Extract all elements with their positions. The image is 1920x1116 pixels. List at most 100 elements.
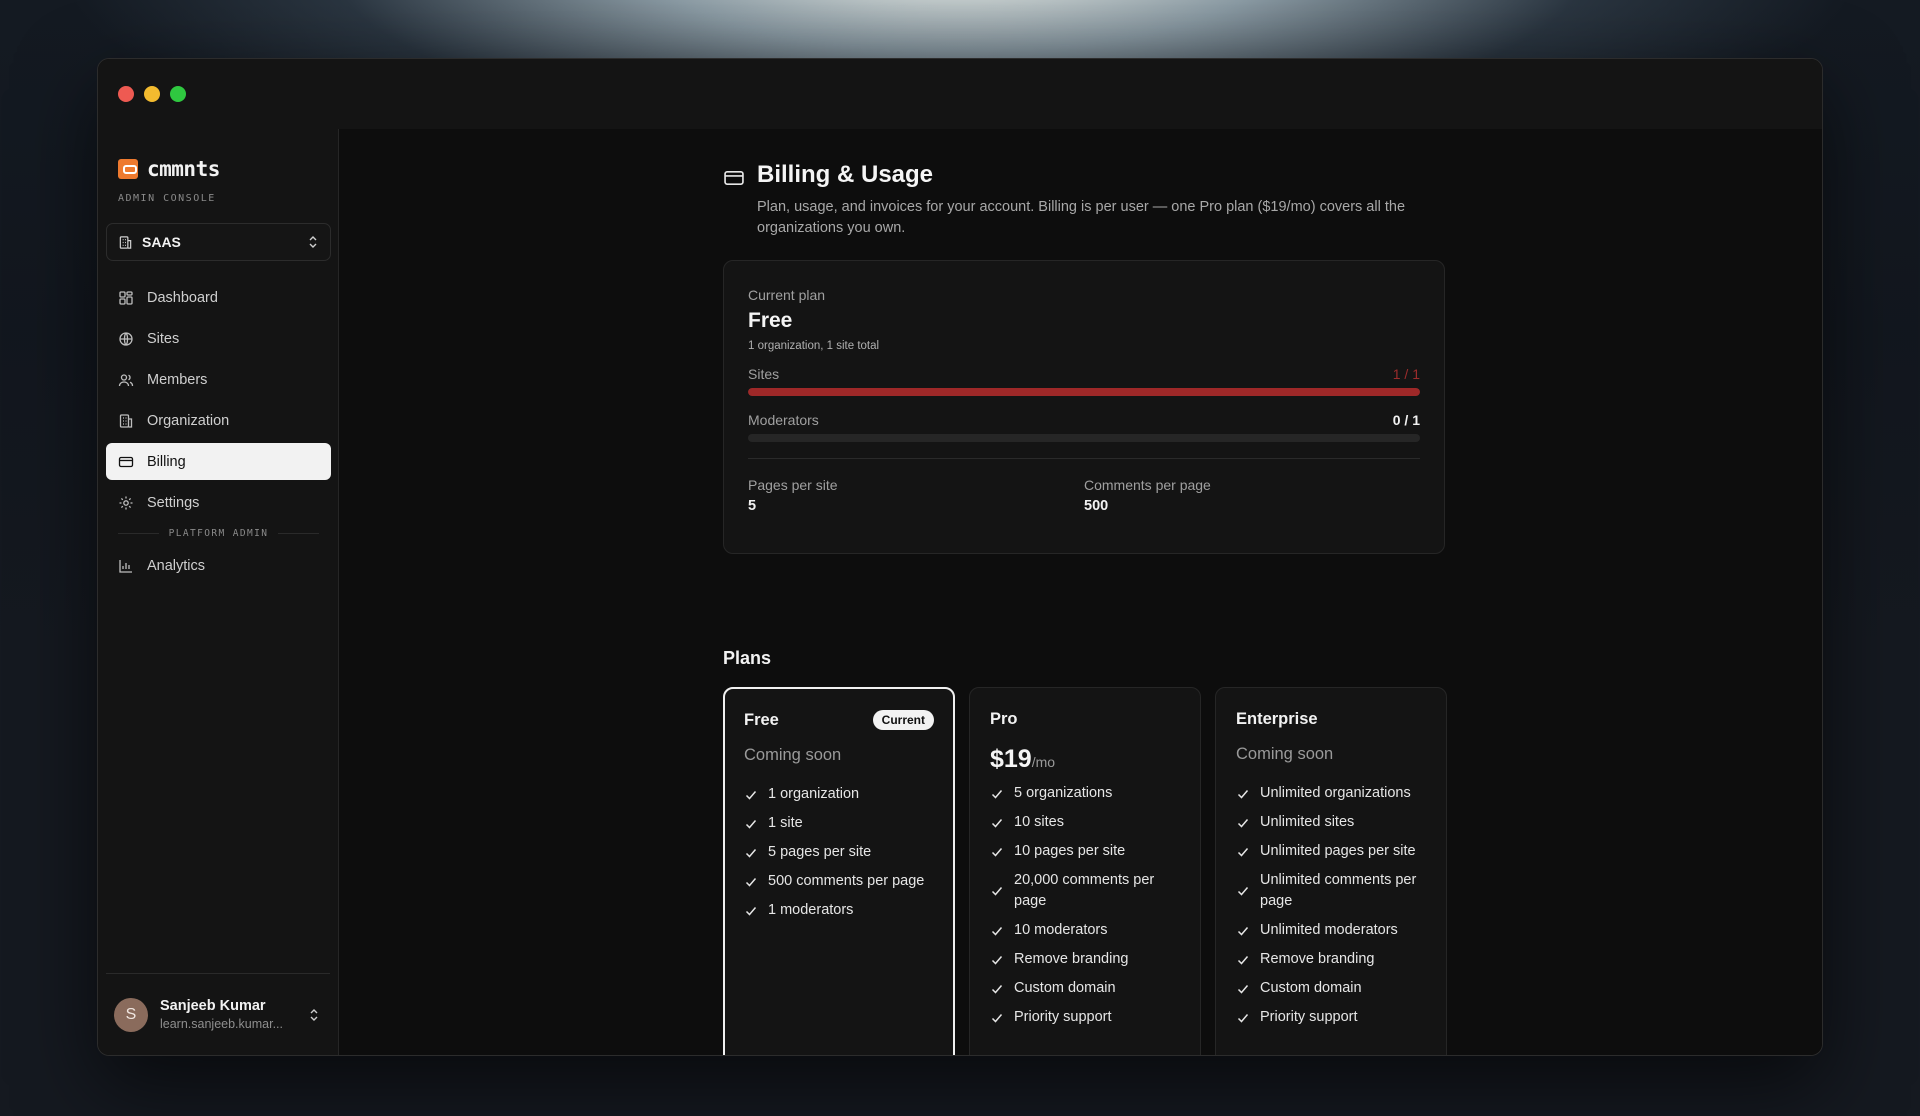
stat-value: 5 xyxy=(748,498,757,514)
card-icon xyxy=(724,170,744,186)
user-menu[interactable]: S Sanjeeb Kumar learn.sanjeeb.kumar... xyxy=(106,973,330,1055)
feature-text: 5 pages per site xyxy=(768,844,872,860)
maximize-window-button[interactable] xyxy=(170,86,186,102)
building-icon xyxy=(119,235,132,249)
sidebar-item-organization[interactable]: Organization xyxy=(106,402,331,439)
plan-price: $19/mo xyxy=(990,745,1180,775)
feature-item: 1 moderators xyxy=(744,900,934,921)
check-icon xyxy=(991,926,1003,936)
plan-name: Enterprise xyxy=(1236,710,1318,728)
divider-line xyxy=(278,532,319,534)
feature-text: 1 moderators xyxy=(768,902,854,918)
organization-switcher[interactable]: SAAS xyxy=(106,223,331,261)
stat-pages-per-site: Pages per site 5 xyxy=(748,477,1084,514)
sidebar-item-billing[interactable]: Billing xyxy=(106,443,331,480)
feature-text: Unlimited comments per page xyxy=(1260,872,1417,909)
feature-item: Custom domain xyxy=(990,978,1180,999)
dashboard-icon xyxy=(119,290,133,305)
feature-text: Remove branding xyxy=(1014,951,1129,967)
meter-value: 1 / 1 xyxy=(1392,366,1420,382)
divider xyxy=(748,458,1420,459)
feature-text: Priority support xyxy=(1260,1009,1358,1025)
user-name: Sanjeeb Kumar xyxy=(160,998,266,1014)
section-label: PLATFORM ADMIN xyxy=(168,527,269,539)
sidebar-item-label: Dashboard xyxy=(147,289,218,306)
close-window-button[interactable] xyxy=(118,86,134,102)
feature-text: Custom domain xyxy=(1260,980,1362,996)
plan-card-header: Pro xyxy=(990,710,1180,729)
sidebar-item-analytics[interactable]: Analytics xyxy=(106,547,331,584)
stat-label: Pages per site xyxy=(748,477,838,493)
feature-item: Remove branding xyxy=(1236,949,1426,970)
brand-name: cmmnts xyxy=(147,157,220,181)
sites-progress-bar xyxy=(748,388,1420,396)
meter-label: Sites xyxy=(748,366,780,382)
usage-card: Current plan Free 1 organization, 1 site… xyxy=(723,260,1445,554)
current-plan-name: Free xyxy=(748,309,793,332)
plan-card-free: Free Current Coming soon 1 organization 1 si… xyxy=(723,687,955,1055)
feature-item: 5 organizations xyxy=(990,783,1180,804)
sidebar-item-label: Members xyxy=(147,371,208,388)
feature-text: Unlimited sites xyxy=(1260,814,1355,830)
brand-logo-icon xyxy=(118,159,138,179)
feature-text: 10 sites xyxy=(1014,814,1064,830)
feature-text: 500 comments per page xyxy=(768,873,925,889)
sidebar-item-settings[interactable]: Settings xyxy=(106,484,331,521)
sidebar: cmmnts ADMIN CONSOLE SAAS Dashboard Site… xyxy=(98,129,339,1055)
plan-limits: Pages per site 5 Comments per page 500 xyxy=(748,477,1420,514)
feature-text: Unlimited organizations xyxy=(1260,785,1411,801)
sidebar-item-sites[interactable]: Sites xyxy=(106,320,331,357)
plan-price: Coming soon xyxy=(744,746,934,776)
feature-item: Unlimited comments per page xyxy=(1236,870,1426,912)
feature-item: 10 moderators xyxy=(990,920,1180,941)
check-icon xyxy=(1237,955,1249,965)
feature-item: 10 sites xyxy=(990,812,1180,833)
feature-item: Custom domain xyxy=(1236,978,1426,999)
feature-item: 1 site xyxy=(744,813,934,834)
moderators-progress-bar xyxy=(748,434,1420,442)
check-icon xyxy=(745,790,757,800)
check-icon xyxy=(745,906,757,916)
stat-value: 500 xyxy=(1084,498,1109,514)
plans-grid: Free Current Coming soon 1 organization 1 si… xyxy=(723,687,1447,1055)
plan-name: Pro xyxy=(990,710,1018,728)
progress-fill xyxy=(748,388,1420,396)
check-icon xyxy=(1237,847,1249,857)
feature-text: Unlimited pages per site xyxy=(1260,843,1416,859)
app-window: cmmnts ADMIN CONSOLE SAAS Dashboard Site… xyxy=(97,58,1823,1056)
current-badge: Current xyxy=(872,710,934,730)
users-icon xyxy=(118,373,134,386)
plan-card-header: Free Current xyxy=(744,710,934,730)
divider-line xyxy=(118,532,159,534)
sidebar-nav: Dashboard Sites Members Organization Bil… xyxy=(106,279,331,588)
sites-meter-header: Sites 1 / 1 xyxy=(748,366,1420,382)
check-icon xyxy=(745,877,757,887)
current-plan-summary: 1 organization, 1 site total xyxy=(748,340,880,352)
price-amount: $19 xyxy=(990,745,1032,773)
check-icon xyxy=(1237,887,1249,896)
feature-item: Unlimited sites xyxy=(1236,812,1426,833)
feature-text: 10 moderators xyxy=(1014,922,1108,938)
chevron-up-down-icon xyxy=(310,1008,318,1021)
feature-list: Unlimited organizations Unlimited sites Un… xyxy=(1236,783,1426,1028)
check-icon xyxy=(745,848,757,858)
check-icon xyxy=(1237,1013,1249,1023)
brand-subtitle: ADMIN CONSOLE xyxy=(118,193,216,204)
stat-comments-per-page: Comments per page 500 xyxy=(1084,477,1420,514)
main-content: Billing & Usage Plan, usage, and invoice… xyxy=(339,129,1822,1055)
card-icon xyxy=(118,456,134,467)
meter-value: 0 / 1 xyxy=(1392,412,1420,428)
feature-text: 5 organizations xyxy=(1014,785,1113,801)
sidebar-item-label: Settings xyxy=(147,494,200,511)
check-icon xyxy=(991,984,1003,994)
sidebar-item-label: Analytics xyxy=(147,557,206,574)
minimize-window-button[interactable] xyxy=(144,86,160,102)
page-header-text: Billing & Usage Plan, usage, and invoice… xyxy=(757,161,1457,239)
gear-icon xyxy=(119,496,133,509)
sidebar-item-members[interactable]: Members xyxy=(106,361,331,398)
meter-label: Moderators xyxy=(748,412,819,428)
feature-item: 5 pages per site xyxy=(744,842,934,863)
brand[interactable]: cmmnts xyxy=(118,157,220,181)
chart-icon xyxy=(119,559,132,573)
sidebar-item-dashboard[interactable]: Dashboard xyxy=(106,279,331,316)
